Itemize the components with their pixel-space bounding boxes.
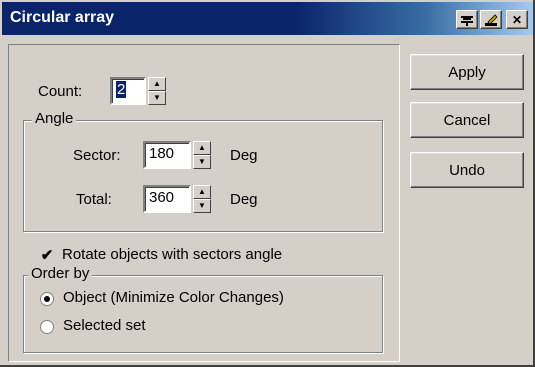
pin-button[interactable] xyxy=(456,10,478,29)
arrow-down-icon: ▼ xyxy=(198,201,206,210)
arrow-down-icon: ▼ xyxy=(153,93,161,102)
circular-array-dialog: Circular array ✕ Count: 2 ▲ ▼ Angle Sect… xyxy=(0,0,535,367)
window-title: Circular array xyxy=(10,9,115,26)
undo-button[interactable]: Undo xyxy=(410,152,524,188)
sector-spinner[interactable]: ▲ ▼ xyxy=(193,141,211,169)
sector-unit: Deg xyxy=(230,147,258,164)
check-icon: ✔ xyxy=(40,247,54,264)
edit-button[interactable] xyxy=(480,10,502,29)
arrow-up-icon: ▲ xyxy=(198,143,206,152)
total-input[interactable]: 360 xyxy=(143,185,191,213)
order-by-title: Order by xyxy=(28,265,93,282)
radio-selected-set-label: Selected set xyxy=(63,317,146,334)
apply-button[interactable]: Apply xyxy=(410,54,524,90)
total-unit: Deg xyxy=(230,191,258,208)
sector-up-button[interactable]: ▲ xyxy=(193,141,211,155)
count-label: Count: xyxy=(38,83,83,100)
radio-object-label: Object (Minimize Color Changes) xyxy=(63,289,284,306)
count-down-button[interactable]: ▼ xyxy=(148,91,166,105)
total-spinner[interactable]: ▲ ▼ xyxy=(193,185,211,213)
order-by-group xyxy=(23,275,383,353)
rotate-label: Rotate objects with sectors angle xyxy=(62,246,283,263)
count-value: 2 xyxy=(116,81,127,98)
pencil-icon xyxy=(485,13,498,26)
sector-down-button[interactable]: ▼ xyxy=(193,155,211,169)
close-icon: ✕ xyxy=(511,12,523,27)
close-button[interactable]: ✕ xyxy=(506,10,528,29)
radio-selected-set[interactable] xyxy=(40,320,54,334)
title-bar[interactable]: Circular array ✕ xyxy=(2,2,533,35)
cancel-button[interactable]: Cancel xyxy=(410,102,524,138)
count-spinner[interactable]: ▲ ▼ xyxy=(148,77,166,105)
angle-group xyxy=(23,120,383,232)
total-label: Total: xyxy=(76,191,112,208)
total-up-button[interactable]: ▲ xyxy=(193,185,211,199)
settings-panel: Count: 2 ▲ ▼ Angle Sector: 180 ▲ ▼ Deg T… xyxy=(8,44,400,362)
arrow-up-icon: ▲ xyxy=(153,79,161,88)
count-up-button[interactable]: ▲ xyxy=(148,77,166,91)
sector-label: Sector: xyxy=(73,147,121,164)
angle-group-title: Angle xyxy=(32,110,77,127)
arrow-down-icon: ▼ xyxy=(198,157,206,166)
total-down-button[interactable]: ▼ xyxy=(193,199,211,213)
arrow-up-icon: ▲ xyxy=(198,187,206,196)
rotate-checkbox[interactable]: ✔ xyxy=(40,247,54,264)
radio-object[interactable] xyxy=(40,292,54,306)
sector-input[interactable]: 180 xyxy=(143,141,191,169)
count-input[interactable]: 2 xyxy=(110,77,146,105)
pin-icon xyxy=(461,15,473,26)
